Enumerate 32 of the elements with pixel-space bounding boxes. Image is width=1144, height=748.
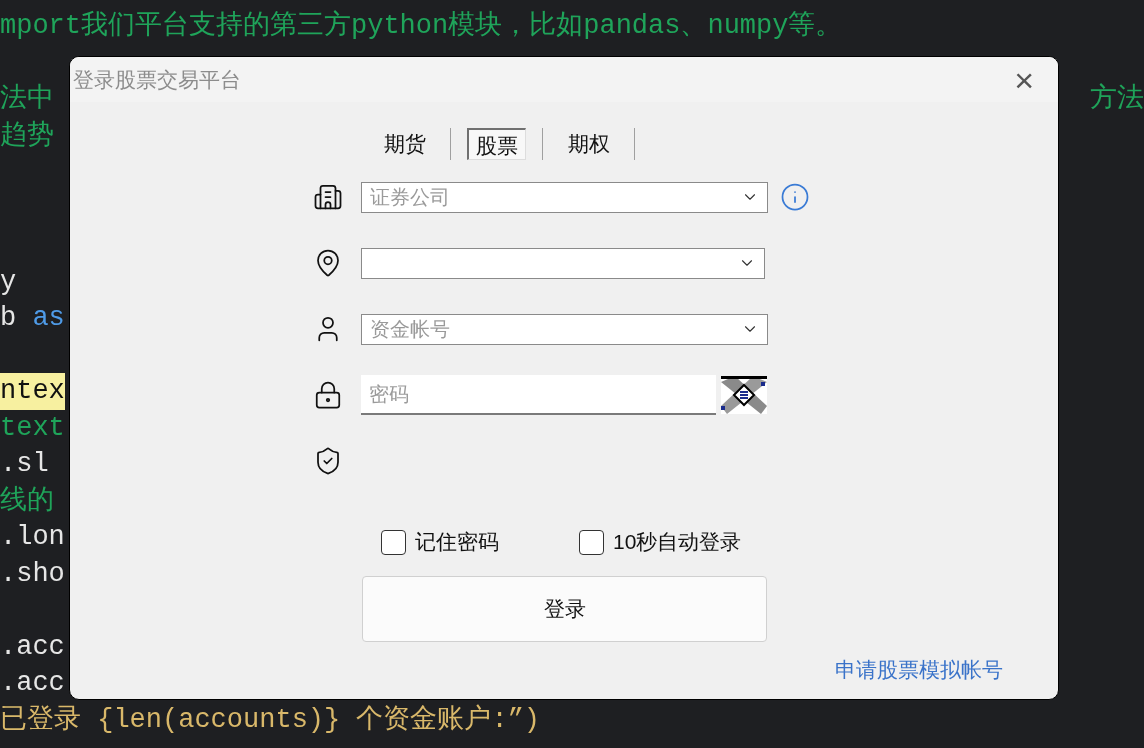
info-icon[interactable] (780, 182, 810, 212)
lock-icon (313, 380, 343, 410)
dropdown-field[interactable] (361, 247, 765, 279)
code-text: 趋势 (0, 119, 54, 153)
code-text: .acc (0, 630, 65, 664)
checkbox[interactable] (381, 529, 406, 555)
code-text: .sho (0, 557, 65, 591)
checkbox[interactable] (579, 529, 604, 555)
building-icon (313, 182, 343, 212)
login-button[interactable]: 登录 (362, 576, 767, 642)
close-button[interactable]: × (1010, 62, 1038, 97)
code-text: 线的 (0, 484, 54, 518)
code-text: mport我们平台支持的第三方python模块，比如pandas、numpy等。 (0, 9, 843, 43)
checkbox-label: 记住密码 (415, 529, 499, 556)
tab[interactable]: 股票 (467, 128, 526, 160)
checkbox-label: 10秒自动登录 (613, 529, 742, 556)
code-text: 方法 (1090, 82, 1144, 116)
code-text: ntex (0, 373, 65, 410)
tab[interactable]: 期货 (376, 128, 433, 160)
code-text: .acc (0, 667, 65, 700)
window-title: 登录股票交易平台 (73, 66, 241, 93)
code-text: y (0, 265, 17, 299)
password-field[interactable]: 密码 (361, 375, 716, 415)
code-text: text (0, 411, 65, 445)
code-text: 已登录 {len(accounts)} 个资金账户:”) (0, 703, 541, 737)
tab[interactable]: 期权 (560, 128, 617, 160)
code-text: 法中 (0, 82, 54, 116)
code-text: as (32, 302, 65, 335)
code-text: b (0, 302, 18, 335)
code-text: .lon (0, 521, 65, 554)
apply-link[interactable]: 申请股票模拟帐号 (835, 654, 1003, 686)
code-text: .sl (0, 448, 49, 481)
